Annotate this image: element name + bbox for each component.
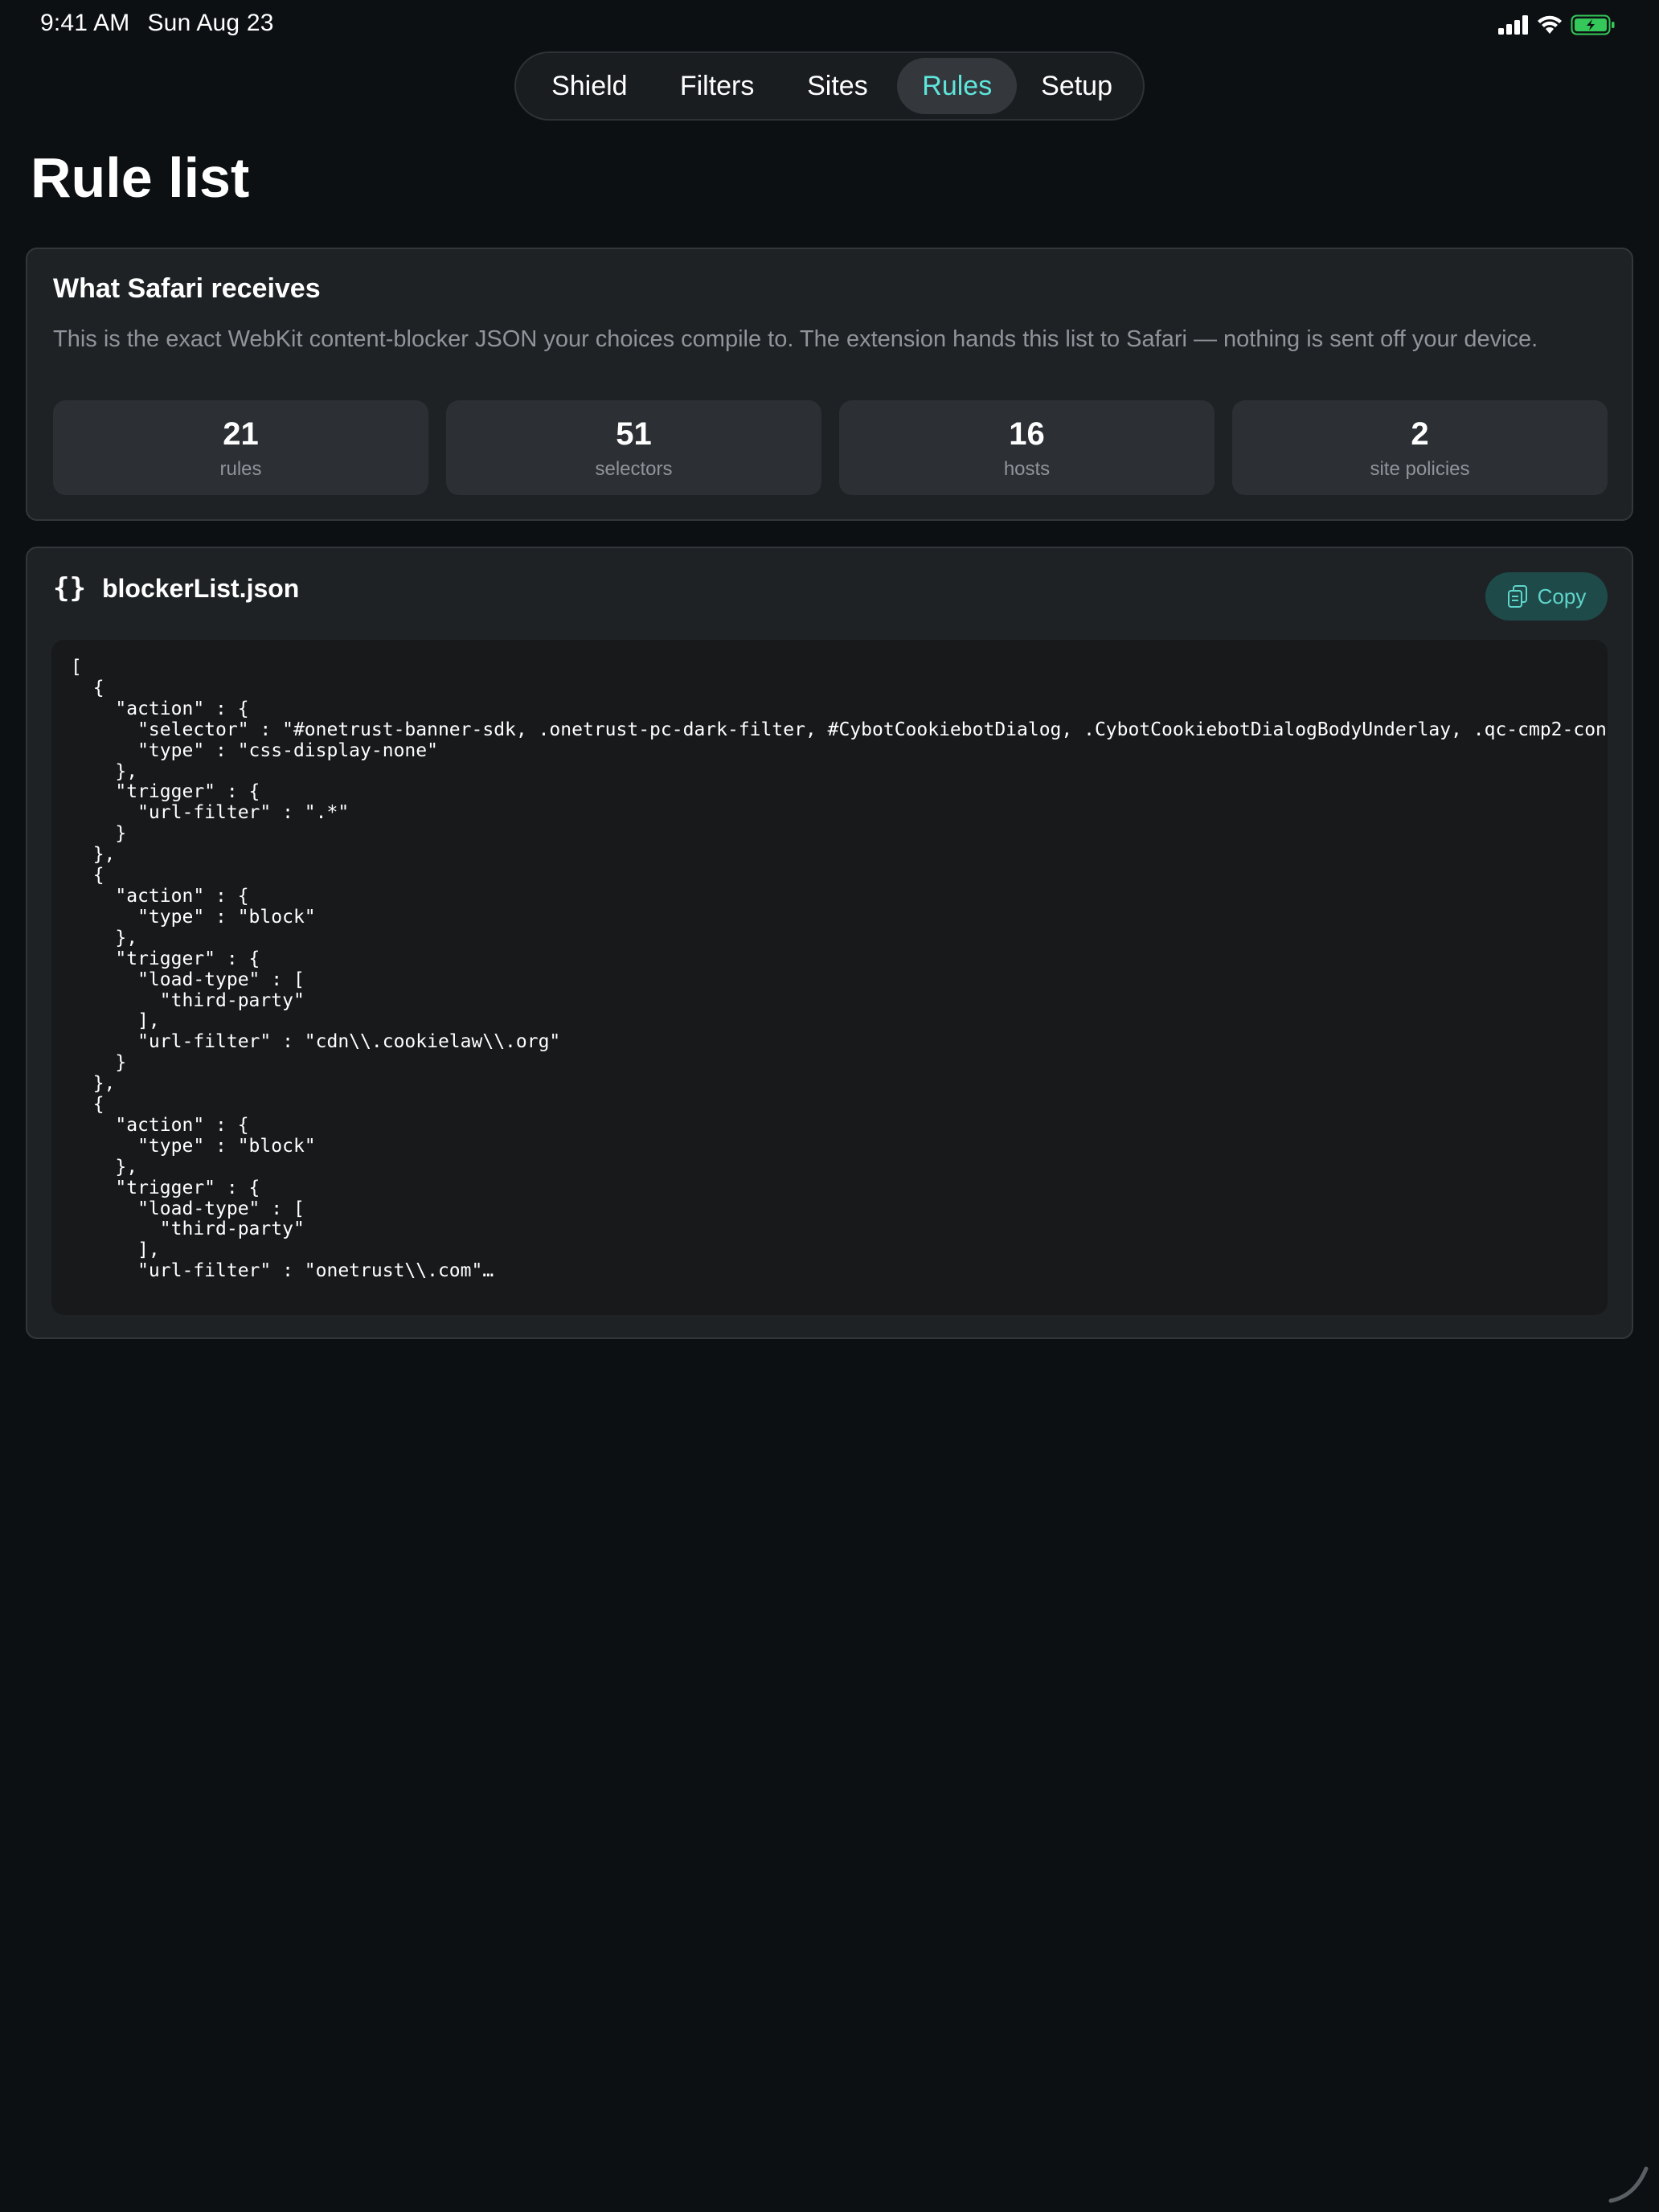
stat-label: selectors	[595, 458, 673, 480]
stat-label: hosts	[1003, 458, 1051, 480]
copy-button-label: Copy	[1537, 584, 1587, 608]
stat-rules: 21 rules	[53, 400, 428, 495]
battery-charging-icon	[1571, 14, 1615, 35]
stat-value: 51	[616, 416, 652, 452]
braces-icon: {}	[53, 572, 86, 604]
json-card: {} blockerList.json Copy [ { "action" : …	[26, 547, 1633, 1339]
stat-value: 2	[1411, 416, 1429, 452]
json-code-viewer[interactable]: [ { "action" : { "selector" : "#onetrust…	[51, 640, 1608, 1315]
page-title: Rule list	[31, 146, 250, 209]
tab-shield[interactable]: Shield	[522, 58, 657, 114]
json-header: {} blockerList.json	[53, 572, 299, 604]
status-icons	[1498, 14, 1616, 35]
stat-value: 21	[223, 416, 259, 452]
tab-filters[interactable]: Filters	[657, 58, 778, 114]
stat-selectors: 51 selectors	[446, 400, 821, 495]
status-bar: 9:41 AM Sun Aug 23	[0, 0, 1659, 51]
status-time: 9:41 AM Sun Aug 23	[40, 10, 274, 37]
stat-value: 16	[1009, 416, 1045, 452]
safari-card-description: This is the exact WebKit content-blocker…	[53, 326, 1538, 352]
json-code-text: [ { "action" : { "selector" : "#onetrust…	[71, 657, 1608, 1282]
signal-icon	[1498, 15, 1528, 35]
tab-sites[interactable]: Sites	[778, 58, 898, 114]
corner-swipe-indicator	[1608, 2166, 1649, 2203]
tab-rules[interactable]: Rules	[897, 58, 1018, 114]
status-time-label: 9:41 AM	[40, 10, 130, 36]
copy-button[interactable]: Copy	[1485, 572, 1608, 621]
tab-setup[interactable]: Setup	[1017, 58, 1137, 114]
safari-summary-card: What Safari receives This is the exact W…	[26, 248, 1633, 521]
stats-row: 21 rules 51 selectors 16 hosts 2 site po…	[53, 400, 1608, 495]
tab-bar: Shield Filters Sites Rules Setup	[514, 51, 1145, 121]
safari-card-title: What Safari receives	[53, 273, 321, 304]
stat-site-policies: 2 site policies	[1232, 400, 1608, 495]
wifi-icon	[1538, 15, 1562, 34]
stat-label: site policies	[1370, 458, 1470, 480]
stat-label: rules	[219, 458, 262, 480]
json-filename: blockerList.json	[101, 573, 300, 603]
copy-icon	[1507, 585, 1527, 608]
status-date-label: Sun Aug 23	[147, 10, 274, 36]
stat-hosts: 16 hosts	[839, 400, 1215, 495]
